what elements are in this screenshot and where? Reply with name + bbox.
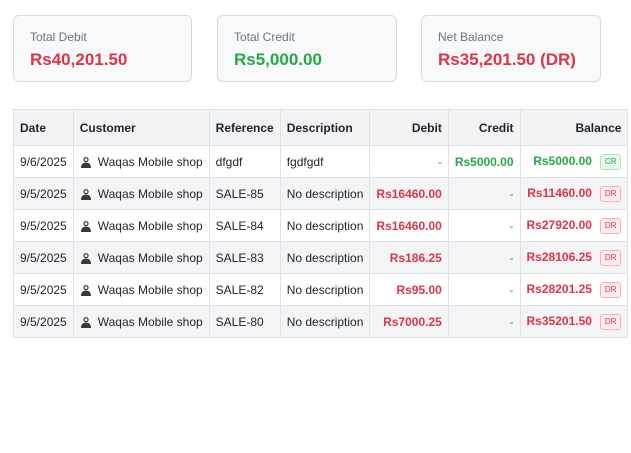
balance-amount: Rs5000.00	[533, 153, 592, 168]
total-debit-label: Total Debit	[30, 30, 87, 44]
cell-balance: Rs35201.50 DR	[519, 305, 629, 338]
cell-balance: Rs5000.00 CR	[519, 145, 629, 178]
cell-credit: -	[447, 241, 521, 274]
header-credit: Credit	[447, 109, 521, 146]
cell-description: No description	[279, 209, 371, 242]
cell-customer: Waqas Mobile shop	[72, 241, 210, 274]
person-icon	[80, 156, 92, 168]
net-balance-card: Net Balance Rs35,201.50 (DR)	[421, 15, 601, 82]
cell-balance: Rs11460.00 DR	[519, 177, 629, 210]
customer-name: Waqas Mobile shop	[97, 282, 203, 297]
cell-customer: Waqas Mobile shop	[72, 305, 210, 338]
cell-description: No description	[279, 305, 371, 338]
cell-date: 9/5/2025	[13, 241, 74, 274]
balance-type-badge: CR	[599, 153, 622, 170]
person-icon	[80, 188, 92, 200]
net-balance-value: Rs35,201.50 (DR)	[438, 50, 576, 69]
cell-balance: Rs28201.25 DR	[519, 273, 629, 306]
net-balance-label: Net Balance	[438, 30, 504, 44]
cell-description: No description	[279, 273, 371, 306]
cell-date: 9/6/2025	[13, 145, 74, 178]
total-credit-card: Total Credit Rs5,000.00	[217, 15, 397, 82]
person-icon	[80, 316, 92, 328]
balance-amount: Rs35201.50	[526, 313, 592, 328]
cell-debit: Rs186.25	[369, 241, 449, 274]
ledger-table: Date Customer Reference Description Debi…	[13, 109, 629, 338]
balance-type-badge: DR	[599, 313, 622, 330]
balance-type-badge: DR	[599, 185, 622, 202]
cell-date: 9/5/2025	[13, 305, 74, 338]
cell-debit: Rs16460.00	[369, 209, 449, 242]
cell-balance: Rs28106.25 DR	[519, 241, 629, 274]
cell-debit: -	[369, 145, 449, 178]
cell-customer: Waqas Mobile shop	[72, 273, 210, 306]
cell-credit: Rs5000.00	[447, 145, 521, 178]
table-row: 9/6/2025 Waqas Mobile shop dfgdf fgdfgdf - Rs…	[13, 145, 629, 178]
cell-balance: Rs27920.00 DR	[519, 209, 629, 242]
table-row: 9/5/2025 Waqas Mobile shop SALE-80 No descr…	[13, 305, 629, 338]
customer-name: Waqas Mobile shop	[97, 314, 203, 329]
cell-description: No description	[279, 177, 371, 210]
cell-debit: Rs95.00	[369, 273, 449, 306]
cell-date: 9/5/2025	[13, 209, 74, 242]
total-credit-value: Rs5,000.00	[234, 50, 322, 69]
cell-customer: Waqas Mobile shop	[72, 177, 210, 210]
cell-description: fgdfgdf	[279, 145, 371, 178]
header-reference: Reference	[208, 109, 281, 146]
cell-description: No description	[279, 241, 371, 274]
person-icon	[80, 284, 92, 296]
person-icon	[80, 252, 92, 264]
balance-type-badge: DR	[599, 281, 622, 298]
total-debit-value: Rs40,201.50	[30, 50, 128, 69]
person-icon	[80, 220, 92, 232]
header-description: Description	[279, 109, 371, 146]
total-credit-label: Total Credit	[234, 30, 295, 44]
cell-customer: Waqas Mobile shop	[72, 145, 210, 178]
balance-amount: Rs28201.25	[526, 281, 592, 296]
header-debit: Debit	[369, 109, 449, 146]
cell-reference: SALE-80	[208, 305, 281, 338]
balance-type-badge: DR	[599, 249, 622, 266]
balance-amount: Rs11460.00	[527, 185, 592, 200]
customer-name: Waqas Mobile shop	[97, 218, 203, 233]
cell-debit: Rs16460.00	[369, 177, 449, 210]
customer-name: Waqas Mobile shop	[97, 186, 203, 201]
header-date: Date	[13, 109, 74, 146]
cell-reference: SALE-82	[208, 273, 281, 306]
cell-credit: -	[447, 209, 521, 242]
cell-debit: Rs7000.25	[369, 305, 449, 338]
cell-reference: SALE-83	[208, 241, 281, 274]
table-row: 9/5/2025 Waqas Mobile shop SALE-82 No descr…	[13, 273, 629, 306]
balance-amount: Rs28106.25	[526, 249, 592, 264]
cell-credit: -	[447, 305, 521, 338]
header-balance: Balance	[519, 109, 629, 146]
cell-credit: -	[447, 273, 521, 306]
table-row: 9/5/2025 Waqas Mobile shop SALE-85 No descr…	[13, 177, 629, 210]
customer-name: Waqas Mobile shop	[97, 154, 203, 169]
balance-type-badge: DR	[599, 217, 622, 234]
cell-reference: SALE-85	[208, 177, 281, 210]
cell-reference: dfgdf	[208, 145, 281, 178]
cell-customer: Waqas Mobile shop	[72, 209, 210, 242]
ledger-body: 9/6/2025 Waqas Mobile shop dfgdf fgdfgdf - Rs…	[13, 145, 629, 338]
table-header-row: Date Customer Reference Description Debi…	[13, 109, 629, 146]
cell-date: 9/5/2025	[13, 177, 74, 210]
cell-date: 9/5/2025	[13, 273, 74, 306]
table-row: 9/5/2025 Waqas Mobile shop SALE-83 No descr…	[13, 241, 629, 274]
table-row: 9/5/2025 Waqas Mobile shop SALE-84 No descr…	[13, 209, 629, 242]
total-debit-card: Total Debit Rs40,201.50	[13, 15, 192, 82]
customer-name: Waqas Mobile shop	[97, 250, 203, 265]
balance-amount: Rs27920.00	[526, 217, 592, 232]
cell-credit: -	[447, 177, 521, 210]
header-customer: Customer	[72, 109, 210, 146]
cell-reference: SALE-84	[208, 209, 281, 242]
